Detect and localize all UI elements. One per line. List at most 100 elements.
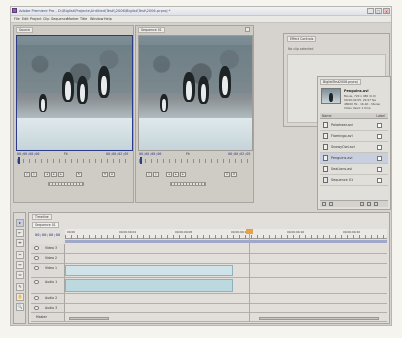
list-item[interactable]: SnowyOwl.avi [320,142,388,153]
menu-help[interactable]: Help [104,17,112,21]
track-area: Video 3 Video 2 Video 1 Audio 1 Audio 2 … [31,244,387,322]
speaker-icon[interactable] [34,306,39,310]
source-playhead[interactable] [18,157,20,164]
source-time-ruler[interactable] [17,159,129,163]
list-item[interactable]: Sequence 01 [320,175,388,186]
timeline-ruler[interactable]: 00;00 00;00;00;04 00;00;00;08 00;00;00;1… [65,229,387,239]
tab-sequence-01[interactable]: Sequence 01 [138,27,165,33]
play-icon[interactable]: ▸ [51,172,57,177]
speaker-icon[interactable] [34,280,39,284]
mark-out-icon[interactable]: } [31,172,37,177]
track-video-2: Video 2 [31,254,387,264]
program-playhead[interactable] [140,157,142,164]
tab-project[interactable]: BiglistTest2006.prproj [320,79,361,85]
list-item[interactable]: Flamingo.avi [320,131,388,142]
label-swatch[interactable] [377,123,382,128]
program-zoom-select[interactable]: Fit [186,152,190,156]
menu-sequence[interactable]: Sequence [51,17,68,21]
source-jog-shuttle[interactable] [48,182,84,186]
premiere-window: Adobe Premiere Pro - D:\Biglist\Projects… [10,6,392,326]
eye-icon[interactable] [34,266,39,270]
slide-tool-icon[interactable]: ⇔ [16,271,24,279]
play-icon[interactable]: ▸ [173,172,179,177]
speaker-icon[interactable] [34,296,39,300]
maximize-button[interactable]: □ [375,8,382,14]
pen-tool-icon[interactable]: ✎ [16,283,24,291]
source-zoom-select[interactable]: Fit [64,152,68,156]
label-swatch[interactable] [377,178,382,183]
project-item-list: Polarbear.avi Flamingo.avi SnowyOwl.avi … [320,120,388,194]
track-audio-3: Audio 3 [31,304,387,313]
timeline-playhead[interactable] [249,229,250,322]
program-jog-shuttle[interactable] [170,182,206,186]
ruler-label: 00;00;00;08 [175,230,193,234]
mark-in-icon[interactable]: { [24,172,30,177]
list-item[interactable]: SeaLions.avi [320,164,388,175]
step-back-icon[interactable]: ◂ [166,172,172,177]
zoom-tool-icon[interactable]: 🔍 [16,303,24,311]
timeline-scrollbar[interactable] [259,317,379,320]
list-item[interactable]: Polarbear.avi [320,120,388,131]
list-item-selected[interactable]: Penguins.avi [320,153,388,164]
ripple-edit-tool-icon[interactable]: ⇹ [16,239,24,247]
track-select-tool-icon[interactable]: ⇤ [16,229,24,237]
work-area-bar[interactable] [65,240,387,243]
tab-sequence-01[interactable]: Sequence 01 [32,222,59,228]
timeline-timecode[interactable]: 00;00;00;00 [35,232,60,237]
eye-icon[interactable] [34,256,39,260]
ruler-label: 00;00 [67,230,76,234]
label-swatch[interactable] [377,167,382,172]
menu-window[interactable]: Window [90,17,103,21]
icon-view-icon[interactable] [329,202,333,206]
mark-in-icon[interactable]: { [146,172,152,177]
step-forward-icon[interactable]: ▸ [58,172,64,177]
menu-marker[interactable]: Marker [67,17,79,21]
timeline-playhead-handle[interactable] [246,229,253,234]
step-forward-icon[interactable]: ▸ [180,172,186,177]
project-panel: BiglistTest2006.prproj Penguins.avi Movi… [317,76,391,210]
step-back-icon[interactable]: ◂ [44,172,50,177]
extract-icon[interactable]: ⊻ [231,172,237,177]
new-item-icon[interactable] [367,202,371,206]
menu-clip[interactable]: Clip [43,17,49,21]
mark-out-icon[interactable]: } [153,172,159,177]
menu-bar: File Edit Project Clip Sequence Marker T… [11,16,391,23]
column-label-header[interactable]: Label [376,114,385,118]
close-button[interactable]: x [383,8,390,14]
label-swatch[interactable] [377,156,382,161]
eye-icon[interactable] [34,246,39,250]
penguin-figure [329,93,333,102]
razor-tool-icon[interactable]: ✂ [16,251,24,259]
panel-close-icon[interactable] [245,27,250,32]
tab-effect-controls[interactable]: Effect Controls [287,36,317,42]
selection-tool-icon[interactable]: ▸ [16,219,24,227]
menu-title[interactable]: Title [80,17,87,21]
menu-edit[interactable]: Edit [22,17,29,21]
menu-file[interactable]: File [14,17,20,21]
water-area [17,118,132,150]
program-timecode-current[interactable]: 00;00;00;00 [139,152,161,156]
list-view-icon[interactable] [322,202,326,206]
program-time-ruler[interactable] [139,159,249,163]
lift-icon[interactable]: ⊼ [224,172,230,177]
source-monitor-panel: Source 00;00;00;00 Fit 00;00;02;05 { } ◂… [13,25,134,203]
hand-tool-icon[interactable]: ✋ [16,293,24,301]
slip-tool-icon[interactable]: ↔ [16,261,24,269]
audio-clip[interactable] [65,279,233,292]
source-timecode-current[interactable]: 00;00;00;00 [17,152,39,156]
video-clip[interactable] [65,265,233,276]
menu-project[interactable]: Project [30,17,42,21]
tab-source[interactable]: Source [16,27,33,33]
timeline-zoom-slider[interactable] [69,317,109,320]
label-swatch[interactable] [377,145,382,150]
loop-icon[interactable]: ↻ [76,172,82,177]
overlay-icon[interactable]: ⊔ [109,172,115,177]
label-swatch[interactable] [377,134,382,139]
tab-timeline[interactable]: Timeline [32,214,52,220]
minimize-button[interactable]: _ [367,8,374,14]
insert-icon[interactable]: ⊓ [102,172,108,177]
column-name-header[interactable]: Name [322,114,331,118]
new-bin-icon[interactable] [360,202,364,206]
ruler-ticks [65,235,387,239]
delete-icon[interactable] [374,202,378,206]
